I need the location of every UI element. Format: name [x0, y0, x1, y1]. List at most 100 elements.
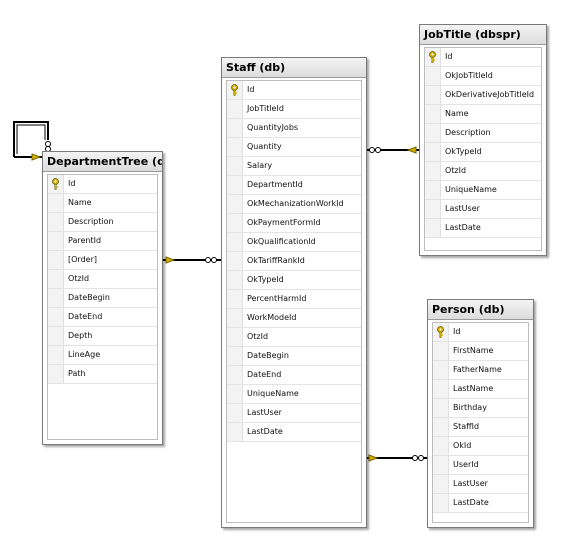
column-name: UserId — [453, 460, 479, 469]
column-name: Name — [68, 198, 92, 207]
table-person[interactable]: Person (db) Id FirstName FatherName LastName… — [427, 299, 534, 528]
column-name: Birthday — [453, 403, 487, 412]
column-row[interactable]: LastName — [433, 380, 528, 399]
row-gutter — [227, 252, 243, 270]
row-gutter — [227, 423, 243, 441]
column-row[interactable]: LastDate — [425, 219, 541, 238]
column-row[interactable]: QuantityJobs — [227, 119, 361, 138]
column-row[interactable]: OkMechanizationWorkId — [227, 195, 361, 214]
row-gutter — [48, 270, 64, 288]
column-row[interactable]: Path — [48, 365, 157, 384]
column-row[interactable]: Description — [48, 213, 157, 232]
column-row[interactable]: PercentHarmId — [227, 290, 361, 309]
table-title: Person (db) — [428, 300, 533, 320]
table-jobtitle[interactable]: JobTitle (dbspr) Id OkJobTitleId OkDerivati… — [419, 24, 547, 256]
row-gutter — [48, 213, 64, 231]
column-row[interactable]: DateEnd — [227, 366, 361, 385]
column-row[interactable]: UniqueName — [227, 385, 361, 404]
row-gutter — [425, 181, 441, 199]
column-row[interactable]: DateBegin — [227, 347, 361, 366]
column-row[interactable]: Id — [48, 175, 157, 194]
column-row[interactable]: UniqueName — [425, 181, 541, 200]
column-row[interactable]: LastDate — [227, 423, 361, 442]
row-gutter — [48, 232, 64, 250]
row-gutter — [433, 361, 449, 379]
row-gutter — [425, 105, 441, 123]
column-row[interactable]: OkTariffRankId — [227, 252, 361, 271]
table-departmenttree[interactable]: DepartmentTree (db) Id Name Description Pare… — [42, 151, 163, 445]
column-row[interactable]: DepartmentId — [227, 176, 361, 195]
row-gutter — [425, 200, 441, 218]
column-row[interactable]: OkTypeId — [227, 271, 361, 290]
primary-key-icon — [48, 175, 64, 193]
column-name: UniqueName — [247, 389, 299, 398]
column-row[interactable]: UserId — [433, 456, 528, 475]
column-row[interactable]: LastUser — [433, 475, 528, 494]
row-gutter — [425, 124, 441, 142]
column-name: DateBegin — [247, 351, 289, 360]
row-gutter — [425, 219, 441, 237]
column-row[interactable]: Depth — [48, 327, 157, 346]
row-gutter — [227, 214, 243, 232]
column-row[interactable]: Id — [433, 323, 528, 342]
column-name: LastUser — [247, 408, 282, 417]
column-row[interactable]: LastUser — [227, 404, 361, 423]
column-row[interactable]: Id — [425, 48, 541, 67]
column-row[interactable]: OtzId — [425, 162, 541, 181]
column-row[interactable]: Salary — [227, 157, 361, 176]
column-name: OtzId — [445, 166, 467, 175]
row-gutter — [227, 100, 243, 118]
column-list: Id OkJobTitleId OkDerivativeJobTitleId Name… — [424, 47, 542, 251]
column-row[interactable]: DateBegin — [48, 289, 157, 308]
column-row[interactable]: LastUser — [425, 200, 541, 219]
column-row[interactable]: OkDerivativeJobTitleId — [425, 86, 541, 105]
column-row[interactable]: WorkModeId — [227, 309, 361, 328]
column-list: Id JobTitleId QuantityJobs Quantity Salary De… — [226, 80, 362, 523]
column-name: LastUser — [445, 204, 480, 213]
column-name: Id — [453, 327, 461, 336]
column-row[interactable]: OkJobTitleId — [425, 67, 541, 86]
row-gutter — [433, 475, 449, 493]
column-name: Id — [247, 85, 255, 94]
column-row[interactable]: FirstName — [433, 342, 528, 361]
row-gutter — [227, 404, 243, 422]
column-row[interactable]: Id — [227, 81, 361, 100]
column-row[interactable]: Name — [425, 105, 541, 124]
column-name: Salary — [247, 161, 273, 170]
column-row[interactable]: OkId — [433, 437, 528, 456]
column-row[interactable]: DateEnd — [48, 308, 157, 327]
column-row[interactable]: OtzId — [48, 270, 157, 289]
column-row[interactable]: FatherName — [433, 361, 528, 380]
row-gutter — [227, 366, 243, 384]
row-gutter — [227, 138, 243, 156]
column-name: OkTypeId — [445, 147, 482, 156]
column-row[interactable]: OkTypeId — [425, 143, 541, 162]
column-name: ParentId — [68, 236, 102, 245]
column-row[interactable]: OkPaymentFormId — [227, 214, 361, 233]
row-gutter — [433, 456, 449, 474]
column-row[interactable]: JobTitleId — [227, 100, 361, 119]
column-name: OkPaymentFormId — [247, 218, 321, 227]
column-row[interactable]: ParentId — [48, 232, 157, 251]
column-name: Description — [445, 128, 491, 137]
column-row[interactable]: Description — [425, 124, 541, 143]
column-row[interactable]: LineAge — [48, 346, 157, 365]
column-name: DepartmentId — [247, 180, 303, 189]
column-row[interactable]: Name — [48, 194, 157, 213]
column-row[interactable]: OtzId — [227, 328, 361, 347]
row-gutter — [433, 418, 449, 436]
column-row[interactable]: Quantity — [227, 138, 361, 157]
table-title: JobTitle (dbspr) — [420, 25, 546, 45]
column-row[interactable]: [Order] — [48, 251, 157, 270]
column-row[interactable]: Birthday — [433, 399, 528, 418]
row-gutter — [48, 308, 64, 326]
column-name: Id — [445, 52, 453, 61]
column-row[interactable]: OkQualificationId — [227, 233, 361, 252]
table-staff[interactable]: Staff (db) Id JobTitleId QuantityJobs Quanti… — [221, 57, 367, 528]
column-row[interactable]: StaffId — [433, 418, 528, 437]
column-name: LastDate — [453, 498, 489, 507]
row-gutter — [48, 346, 64, 364]
column-name: LastDate — [247, 427, 283, 436]
primary-key-icon — [433, 323, 449, 341]
column-row[interactable]: LastDate — [433, 494, 528, 513]
